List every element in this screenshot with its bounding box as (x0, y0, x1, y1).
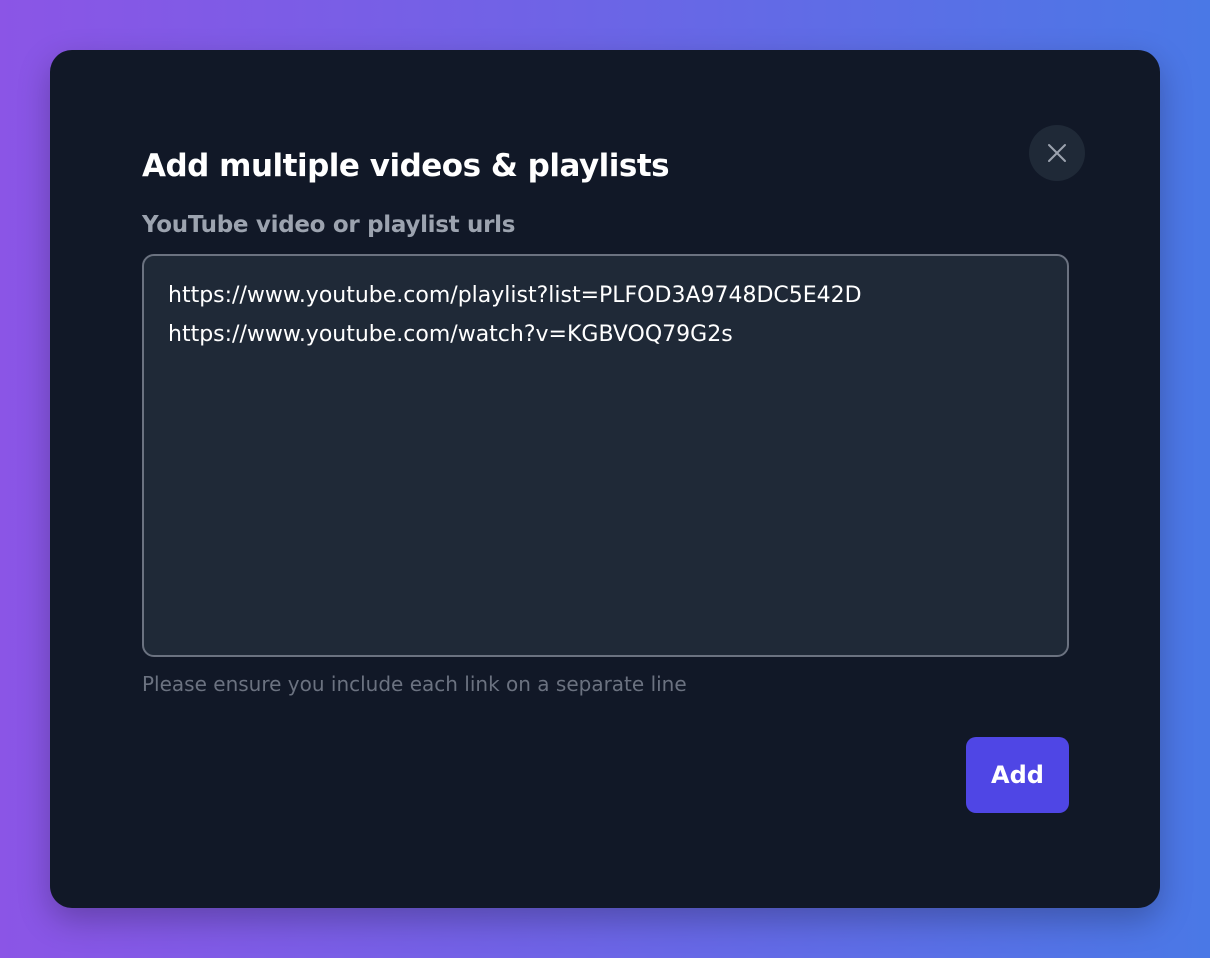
urls-label: YouTube video or playlist urls (142, 212, 516, 238)
close-icon (1048, 144, 1066, 162)
helper-text: Please ensure you include each link on a… (142, 672, 687, 696)
add-button[interactable]: Add (966, 737, 1069, 813)
modal-title: Add multiple videos & playlists (142, 148, 670, 184)
urls-textarea[interactable] (142, 254, 1069, 657)
add-videos-modal: Add multiple videos & playlists YouTube … (50, 50, 1160, 908)
close-button[interactable] (1029, 125, 1085, 181)
